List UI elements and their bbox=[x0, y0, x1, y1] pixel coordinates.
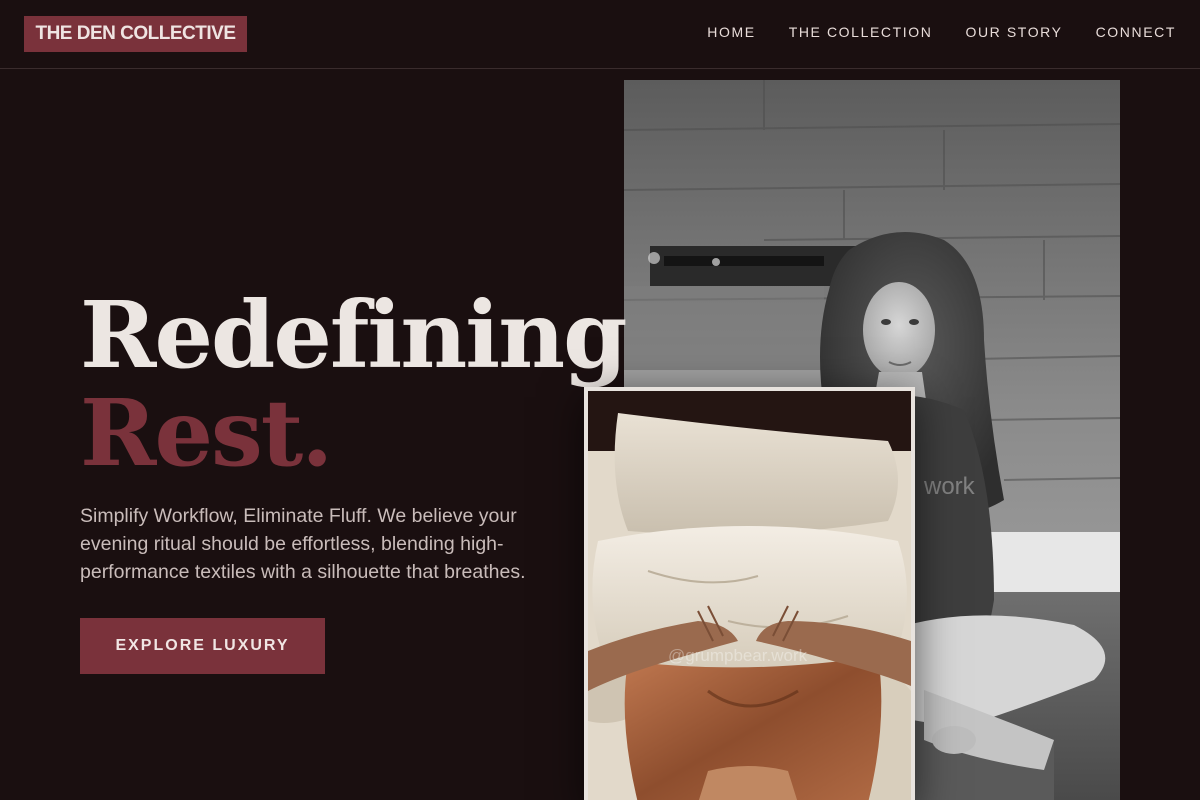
nav-link-home[interactable]: HOME bbox=[707, 24, 755, 40]
overlay-photo-watermark: @grumpbear.work bbox=[668, 646, 808, 665]
nav-link-collection[interactable]: THE COLLECTION bbox=[789, 24, 933, 40]
site-header: THE DEN COLLECTIVE HOME THE COLLECTION O… bbox=[0, 0, 1200, 69]
hero-headline-line1: Redefining bbox=[80, 281, 627, 389]
page: THE DEN COLLECTIVE HOME THE COLLECTION O… bbox=[0, 0, 1200, 800]
hero-overlay-photo: @grumpbear.work bbox=[584, 387, 915, 800]
hero-description: Simplify Workflow, Eliminate Fluff. We b… bbox=[80, 505, 526, 583]
brand-logo[interactable]: THE DEN COLLECTIVE bbox=[24, 16, 247, 52]
hero-headline-line2: Rest. bbox=[80, 379, 333, 487]
main-photo-watermark: work bbox=[923, 473, 976, 500]
main-nav: HOME THE COLLECTION OUR STORY CONNECT bbox=[707, 24, 1176, 40]
explore-luxury-button[interactable]: EXPLORE LUXURY bbox=[80, 618, 325, 674]
nav-link-connect[interactable]: CONNECT bbox=[1096, 24, 1176, 40]
nav-link-our-story[interactable]: OUR STORY bbox=[965, 24, 1062, 40]
